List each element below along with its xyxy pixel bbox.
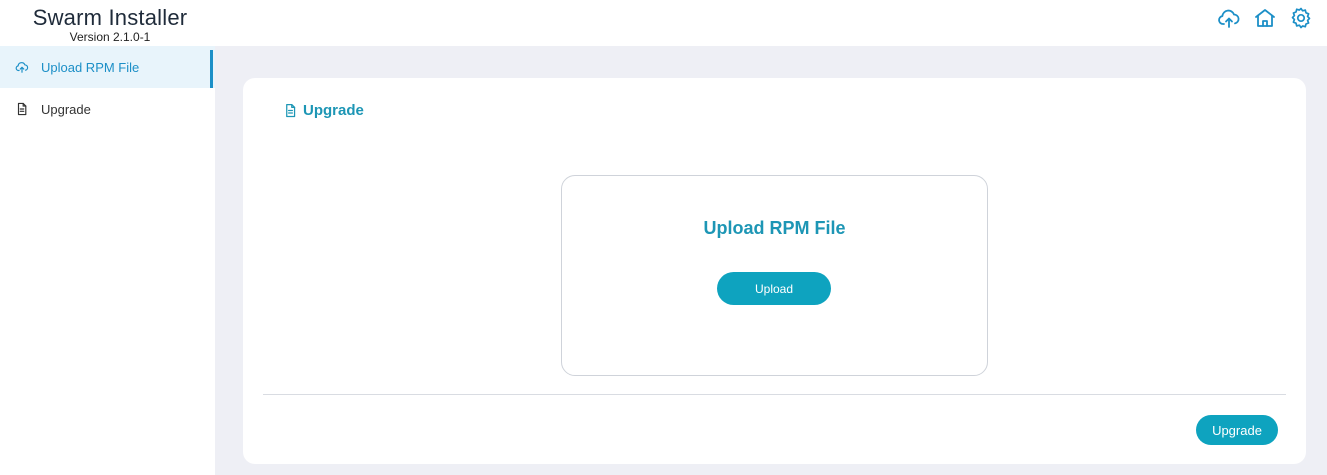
sidebar-item-label: Upload RPM File <box>41 59 140 75</box>
card-title-label: Upgrade <box>303 102 364 119</box>
cloud-upload-icon <box>15 60 29 74</box>
document-icon <box>283 103 298 118</box>
sidebar: Upload RPM File Upgrade <box>0 46 215 475</box>
sidebar-item-upgrade[interactable]: Upgrade <box>0 88 215 130</box>
gear-icon[interactable] <box>1289 6 1313 30</box>
card-title: Upgrade <box>283 102 364 119</box>
upload-button[interactable]: Upload <box>717 272 831 305</box>
cloud-upload-icon[interactable] <box>1217 6 1241 30</box>
app-header: Swarm Installer Version 2.1.0-1 <box>0 0 1327 46</box>
brand: Swarm Installer Version 2.1.0-1 <box>25 5 195 45</box>
app-title: Swarm Installer <box>32 5 188 30</box>
app-version: Version 2.1.0-1 <box>69 30 151 44</box>
divider <box>263 394 1286 395</box>
home-icon[interactable] <box>1253 6 1277 30</box>
sidebar-item-label: Upgrade <box>41 101 91 117</box>
upgrade-card: Upgrade Upload RPM File Upload Upgrade <box>243 78 1306 464</box>
upload-heading: Upload RPM File <box>703 218 846 238</box>
upgrade-button[interactable]: Upgrade <box>1196 415 1278 445</box>
upload-panel: Upload RPM File Upload <box>561 175 988 376</box>
header-actions <box>1217 6 1313 30</box>
sidebar-item-upload-rpm-file[interactable]: Upload RPM File <box>0 46 215 88</box>
main-content: Upgrade Upload RPM File Upload Upgrade <box>215 46 1327 475</box>
document-icon <box>15 102 29 116</box>
